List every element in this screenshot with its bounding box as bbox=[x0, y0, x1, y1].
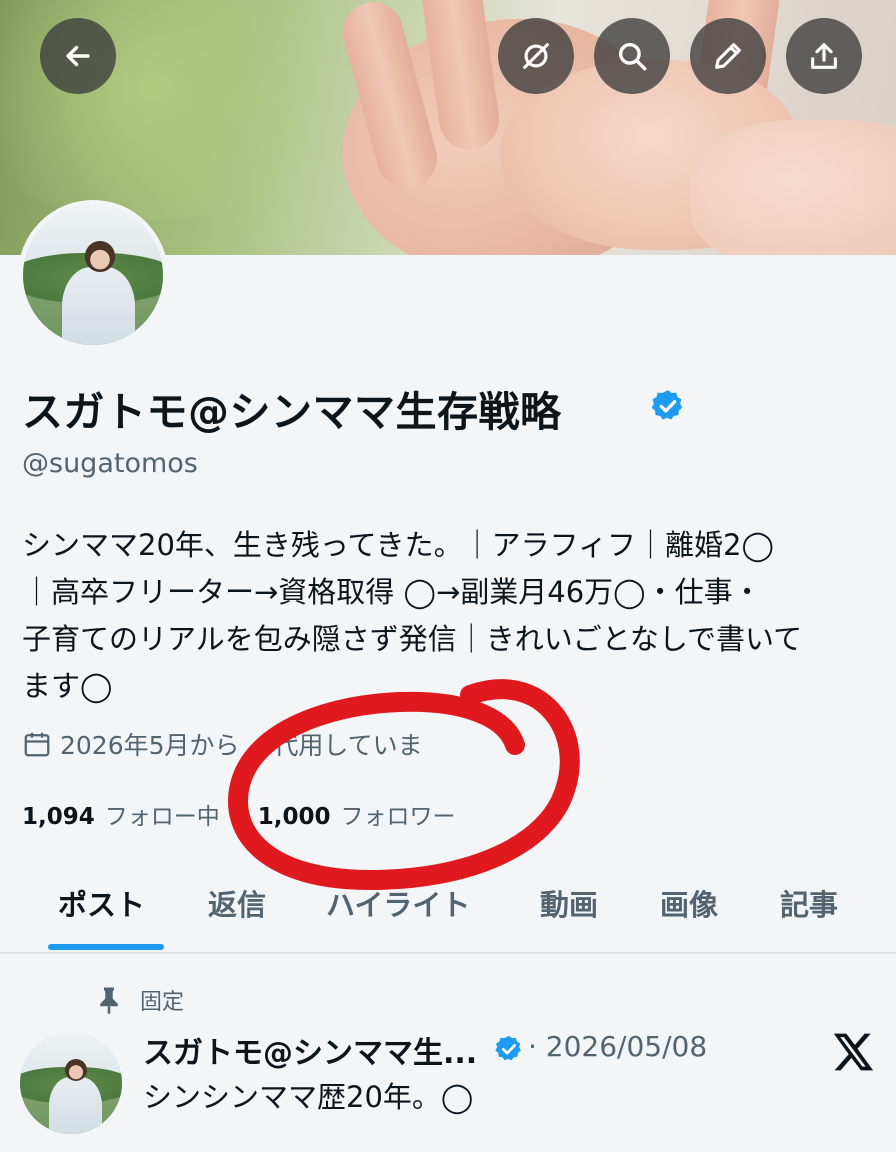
tab-articles[interactable]: 記事 bbox=[780, 872, 838, 924]
post-author-name[interactable]: スガトモ@シンママ生... bbox=[143, 1028, 477, 1072]
following-count: 1,094 bbox=[22, 804, 95, 830]
calendar-icon bbox=[24, 732, 50, 757]
grok-button[interactable] bbox=[498, 18, 574, 94]
tab-highlights[interactable]: ハイライト bbox=[326, 872, 470, 924]
x-logo-icon bbox=[833, 1033, 874, 1071]
grok-icon bbox=[523, 43, 549, 69]
tab-images[interactable]: 画像 bbox=[660, 872, 718, 924]
verified-badge-icon[interactable] bbox=[650, 388, 686, 424]
tabs-divider bbox=[0, 952, 896, 954]
share-icon bbox=[811, 43, 837, 69]
followers-label: フォロワー bbox=[340, 804, 456, 830]
followers-link[interactable]: 1,000 フォロワー bbox=[258, 797, 456, 831]
profile-bio: シンママ20年、生き残ってきた。｜アラフィフ｜離婚2◯ ｜高卒フリーター→資格取… bbox=[22, 522, 872, 710]
joined-date: 2026年5月から 0代用していま bbox=[22, 726, 423, 762]
following-label: フォロー中 bbox=[104, 804, 220, 830]
back-button[interactable] bbox=[40, 18, 116, 94]
search-icon bbox=[618, 42, 647, 71]
tab-posts[interactable]: ポスト bbox=[58, 872, 145, 924]
followers-count: 1,000 bbox=[257, 804, 331, 830]
search-button[interactable] bbox=[594, 18, 670, 94]
bio-line: ます◯ bbox=[22, 669, 113, 703]
joined-overlap-text: 0代用していま bbox=[257, 731, 423, 760]
active-tab-indicator bbox=[48, 944, 164, 950]
verified-badge-icon[interactable] bbox=[494, 1034, 524, 1064]
tab-replies[interactable]: 返信 bbox=[208, 872, 266, 924]
post-author-avatar[interactable] bbox=[20, 1032, 122, 1134]
post-date[interactable]: · 2026/05/08 bbox=[528, 1030, 707, 1063]
profile-tabs: ポスト 返信 ハイライト 動画 画像 記事 bbox=[0, 872, 896, 952]
bio-line: シンママ20年、生き残ってきた。｜アラフィフ｜離婚2◯ bbox=[22, 528, 774, 562]
post-text: シンシンママ歴20年。◯ bbox=[143, 1080, 474, 1114]
profile-avatar[interactable] bbox=[18, 200, 168, 350]
pinned-label: 固定 bbox=[140, 990, 185, 1015]
pin-icon bbox=[100, 987, 118, 1014]
profile-name: スガトモ@シンママ生存戦略 bbox=[22, 388, 562, 436]
bio-line: 子育てのリアルを包み隠さず発信｜きれいごとなしで書いて bbox=[22, 622, 803, 656]
bio-line: ｜高卒フリーター→資格取得 ◯→副業月46万◯・仕事・ bbox=[22, 575, 762, 609]
follow-stats: 1,094 フォロー中 1,000 フォロワー bbox=[22, 797, 456, 831]
following-link[interactable]: 1,094 フォロー中 bbox=[22, 797, 220, 831]
share-button[interactable] bbox=[786, 18, 862, 94]
pinned-indicator: 固定 bbox=[96, 984, 184, 1016]
profile-handle: @sugatomos bbox=[22, 448, 198, 479]
tab-videos[interactable]: 動画 bbox=[540, 872, 598, 924]
arrow-left-icon bbox=[66, 45, 90, 67]
edit-button[interactable] bbox=[690, 18, 766, 94]
edit-icon bbox=[715, 43, 741, 69]
joined-text: 2026年5月から bbox=[60, 731, 240, 760]
